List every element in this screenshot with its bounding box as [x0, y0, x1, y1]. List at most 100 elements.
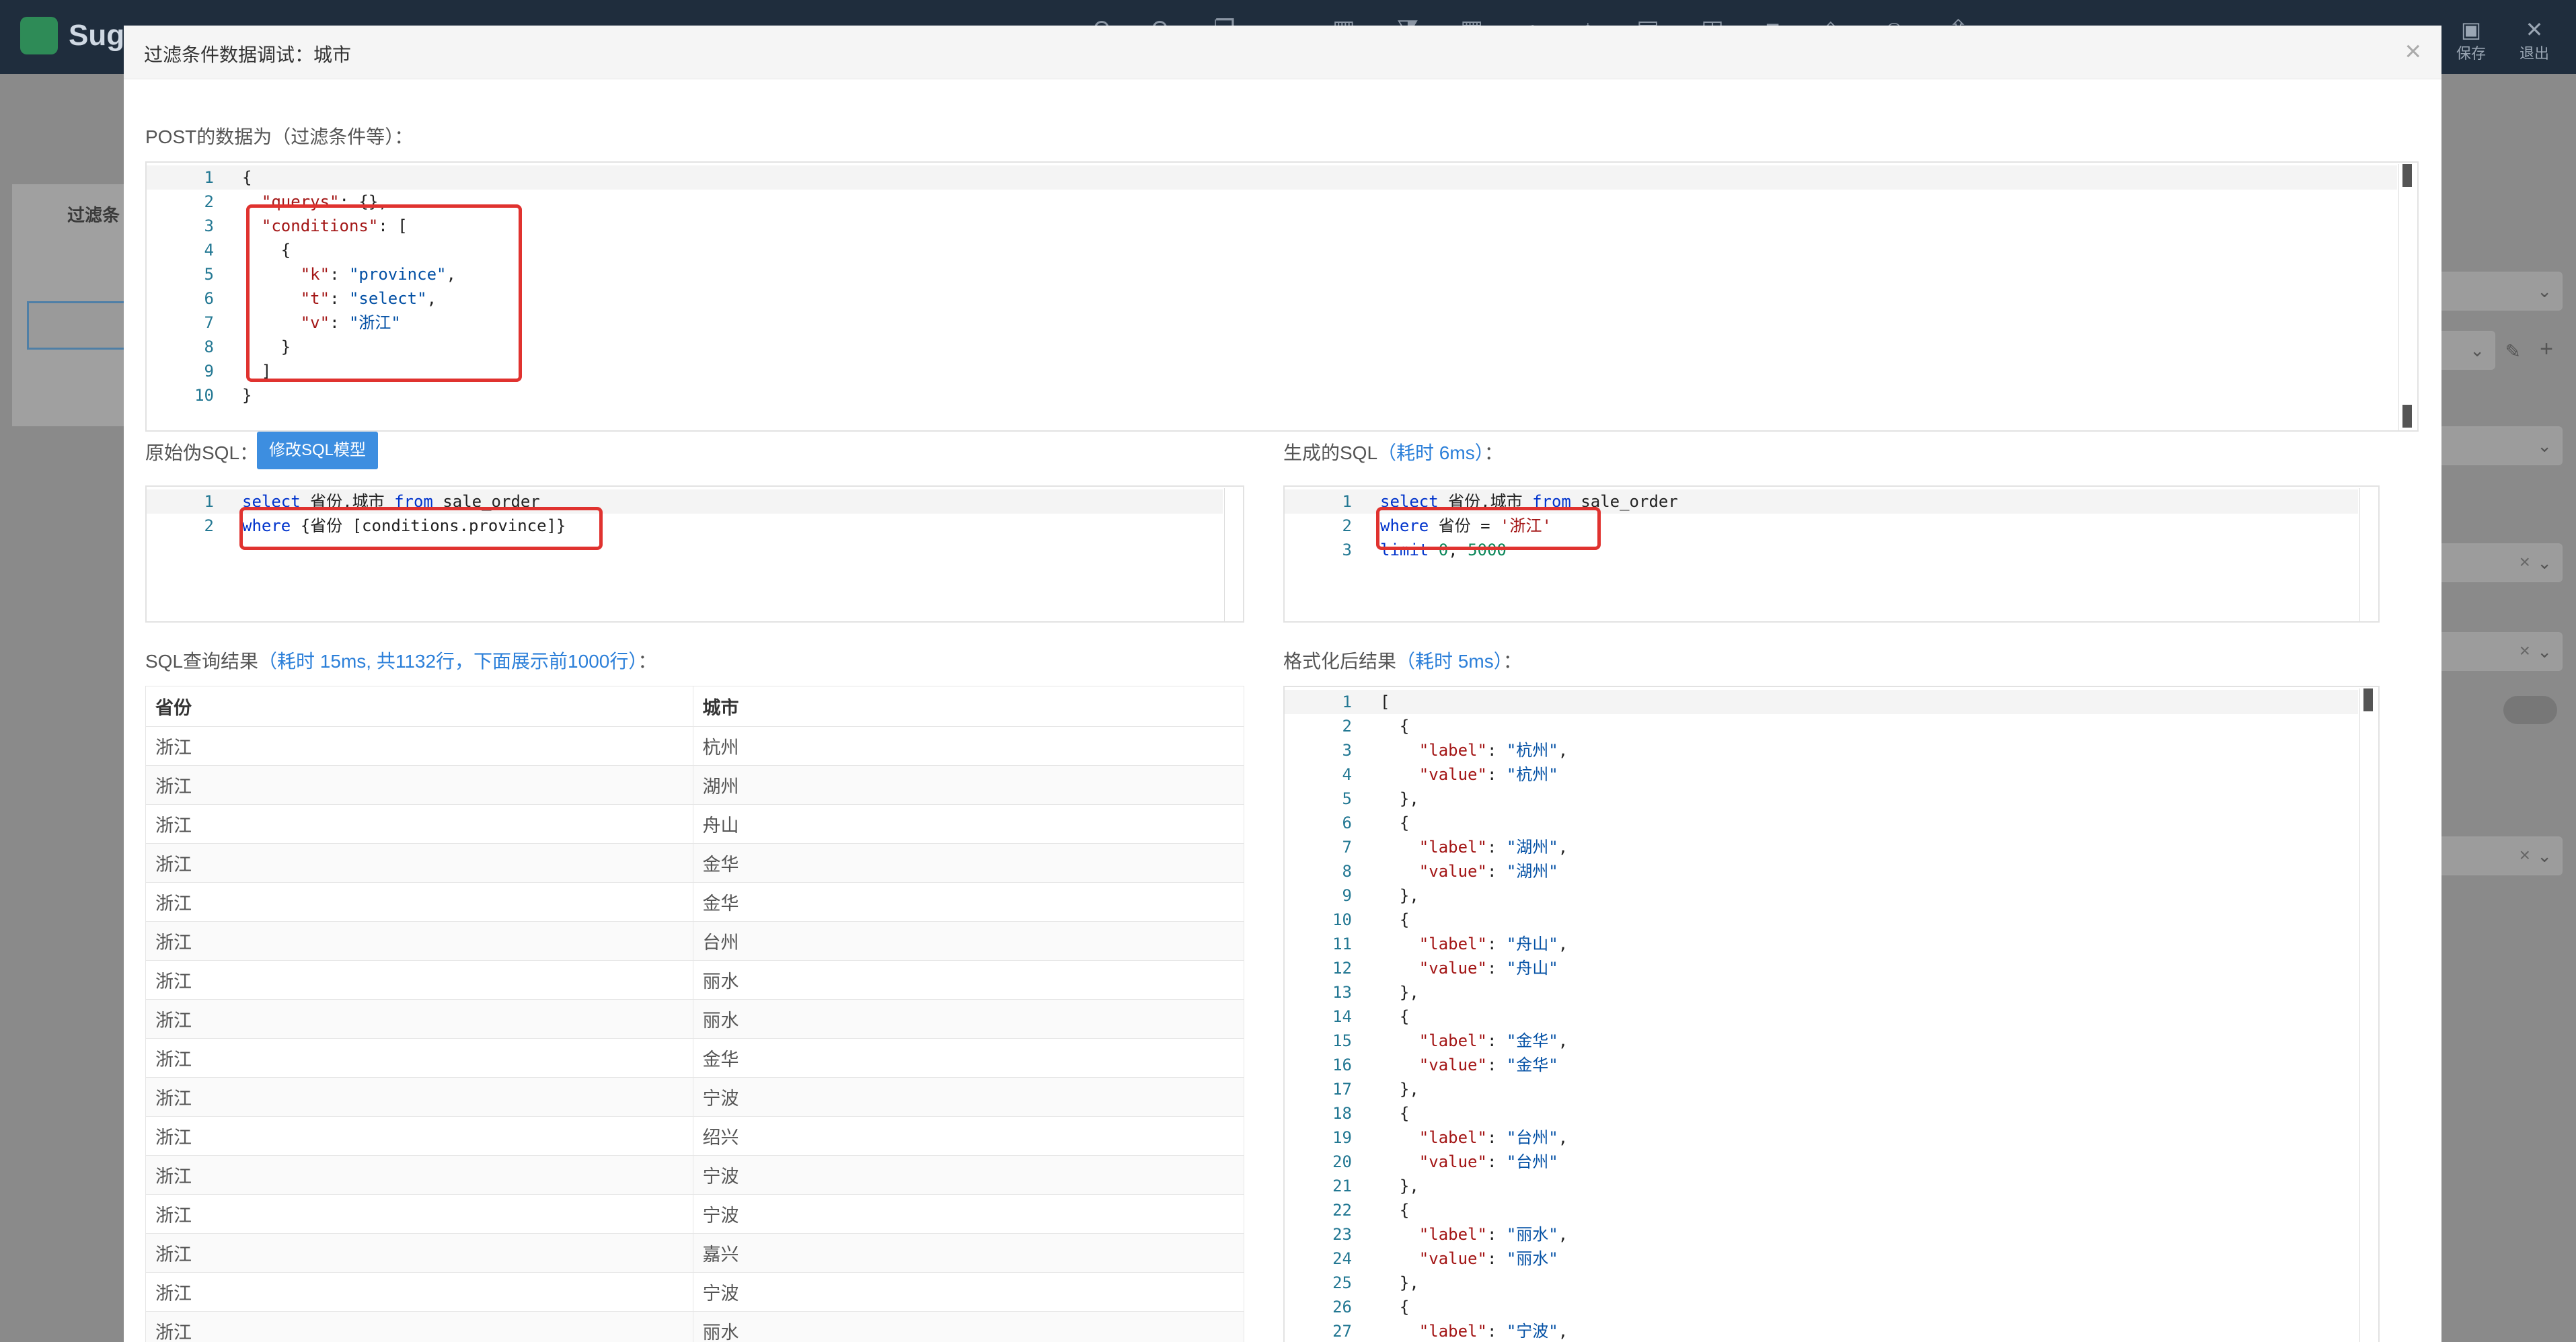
table-cell: 舟山	[692, 804, 1244, 844]
table-cell: 浙江	[145, 1233, 693, 1273]
formatted-result-line: 17 },	[1285, 1077, 2358, 1101]
table-cell: 浙江	[145, 843, 693, 883]
formatted-result-line: 25 },	[1285, 1271, 2358, 1295]
table-cell: 丽水	[692, 999, 1244, 1039]
table-cell: 宁波	[692, 1194, 1244, 1234]
highlight-box	[246, 204, 522, 382]
table-row: 浙江 宁波	[145, 1272, 1244, 1312]
line-number: 2	[1342, 717, 1352, 736]
table-cell: 浙江	[145, 726, 693, 766]
formatted-result-line: 13 },	[1285, 980, 2358, 1004]
formatted-result-line: 2 {	[1285, 714, 2358, 738]
generated-sql-editor[interactable]: 1 select 省份,城市 from sale_order 2 where 省份 =…	[1283, 485, 2380, 623]
plus-icon: +	[2540, 336, 2553, 362]
formatted-result-line: 18 {	[1285, 1101, 2358, 1126]
line-number: 2	[204, 192, 214, 211]
table-cell: 杭州	[692, 726, 1244, 766]
formatted-result-line: 8 "value": "湖州"	[1285, 859, 2358, 883]
formatted-result-line: 11 "label": "舟山",	[1285, 932, 2358, 956]
line-number: 13	[1332, 983, 1352, 1002]
line-number: 12	[1332, 959, 1352, 978]
code-text: {	[1380, 814, 1410, 832]
brand: Sug	[20, 17, 124, 54]
code-text: {	[1380, 910, 1410, 929]
debug-modal: 过滤条件数据调试：城市 × POST的数据为（过滤条件等）： 1{2 "quer…	[124, 26, 2441, 1342]
code-text: "value": "湖州"	[1418, 862, 1558, 881]
pencil-icon: ✎	[2505, 341, 2521, 362]
line-number: 9	[1342, 886, 1352, 905]
chevron-down-icon: ⌄	[2537, 436, 2552, 456]
table-row: 浙江 绍兴	[145, 1116, 1244, 1156]
code-text: "label": "台州",	[1418, 1128, 1568, 1147]
close-icon[interactable]: ×	[2404, 35, 2421, 67]
table-cell: 宁波	[692, 1272, 1244, 1312]
background-select: × ⌄	[2438, 543, 2563, 582]
line-number: 17	[1332, 1080, 1352, 1099]
formatted-result-line: 5 },	[1285, 787, 2358, 811]
table-row: 浙江 金华	[145, 843, 1244, 883]
formatted-result-line: 7 "label": "湖州",	[1285, 835, 2358, 859]
table-row: 浙江 金华	[145, 882, 1244, 922]
scrollbar[interactable]	[2359, 688, 2377, 1342]
clear-icon: ×	[2519, 640, 2530, 661]
code-text: },	[1380, 1273, 1419, 1292]
code-text: {	[1380, 1007, 1410, 1026]
table-row: 浙江 金华	[145, 1038, 1244, 1078]
line-number: 11	[1332, 935, 1352, 953]
formatted-result-line: 19 "label": "台州",	[1285, 1126, 2358, 1150]
line-number: 10	[1332, 910, 1352, 929]
formatted-result-line: 14 {	[1285, 1004, 2358, 1029]
line-number: 7	[1342, 838, 1352, 857]
code-text: },	[1380, 886, 1419, 905]
code-text: "label": "宁波",	[1418, 1322, 1568, 1341]
scrollbar-thumb[interactable]	[2402, 405, 2412, 428]
formatted-result-editor[interactable]: 1[2 {3 "label": "杭州", 4 "value": "杭州" 5 },…	[1283, 686, 2380, 1342]
line-number: 6	[204, 289, 214, 308]
table-cell: 浙江	[145, 765, 693, 805]
line-number: 20	[1332, 1152, 1352, 1171]
line-number: 7	[204, 313, 214, 332]
table-cell: 宁波	[692, 1077, 1244, 1117]
table-row: 浙江 宁波	[145, 1194, 1244, 1234]
line-number: 3	[1342, 741, 1352, 760]
line-number: 15	[1332, 1031, 1352, 1050]
label-suffix: ：	[1484, 442, 1503, 463]
background-select: ⌄	[2438, 426, 2563, 465]
formatted-result-line: 16 "value": "金华"	[1285, 1053, 2358, 1077]
background-select: × ⌄	[2438, 632, 2563, 671]
scrollbar-thumb[interactable]	[2402, 164, 2412, 187]
line-number: 21	[1332, 1177, 1352, 1195]
formatted-result-line: 4 "value": "杭州"	[1285, 762, 2358, 787]
column-header: 城市	[692, 686, 1244, 727]
table-cell: 浙江	[145, 1272, 693, 1312]
line-number: 1	[1342, 492, 1352, 511]
scrollbar-thumb[interactable]	[2363, 688, 2373, 711]
line-number: 19	[1332, 1128, 1352, 1147]
edit-sql-model-button[interactable]: 修改SQL模型	[257, 432, 379, 469]
sql-result-timing: （耗时 15ms, 共1132行，下面展示前1000行）	[258, 651, 638, 672]
scrollbar[interactable]	[2359, 488, 2377, 621]
code-text: {	[1380, 1104, 1410, 1123]
code-text: "label": "湖州",	[1418, 838, 1568, 857]
post-data-line: 10}	[147, 383, 2397, 407]
line-number: 18	[1332, 1104, 1352, 1123]
table-cell: 浙江	[145, 804, 693, 844]
chevron-down-icon: ⌄	[2537, 641, 2552, 662]
raw-sql-editor[interactable]: 1 select 省份,城市 from sale_order 2 where {省份 …	[145, 485, 1244, 623]
table-cell: 浙江	[145, 999, 693, 1039]
line-number: 1	[204, 492, 214, 511]
line-number: 2	[204, 516, 214, 535]
table-cell: 嘉兴	[692, 1233, 1244, 1273]
highlight-box	[1376, 507, 1601, 550]
line-number: 10	[194, 386, 214, 405]
clear-icon: ×	[2519, 551, 2530, 572]
highlight-box	[239, 507, 603, 550]
line-number: 3	[204, 216, 214, 235]
modal-header: 过滤条件数据调试：城市 ×	[124, 26, 2441, 79]
scrollbar[interactable]	[2398, 164, 2416, 430]
scrollbar[interactable]	[1224, 488, 1242, 621]
code-text: },	[1380, 789, 1419, 808]
clear-icon: ×	[2519, 844, 2530, 865]
code-text: "value": "舟山"	[1418, 959, 1558, 978]
code-text: },	[1380, 1080, 1419, 1099]
